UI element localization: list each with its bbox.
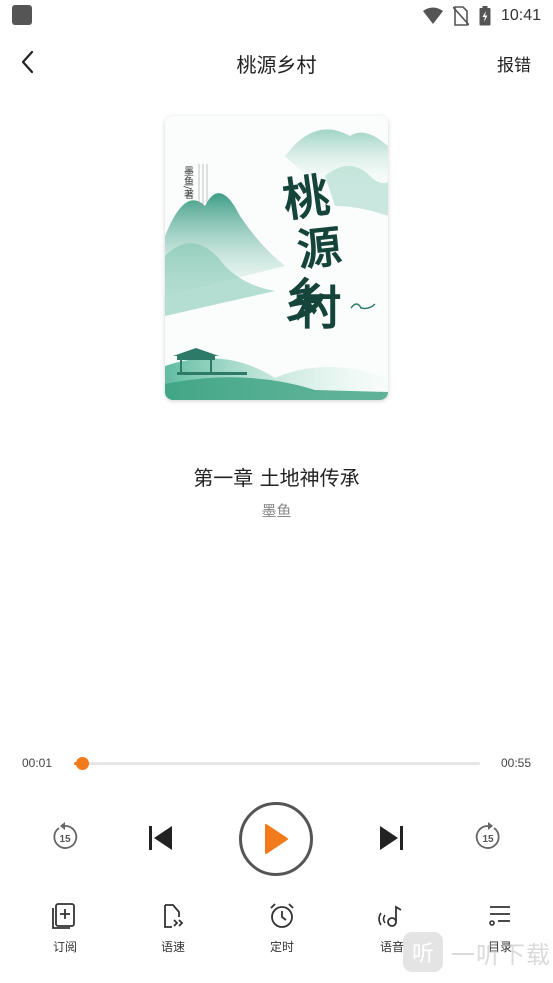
app-notification-icon [12,5,32,25]
svg-text:15: 15 [482,834,494,845]
skip-previous-icon [149,826,172,850]
watermark: 听 一听下载 [403,929,551,975]
rewind-15-button[interactable]: 15 [48,820,82,854]
voice-icon [378,905,402,927]
nav-label-speed: 语速 [160,940,185,954]
next-button[interactable] [374,820,410,856]
player-screen: 10:41 桃源乡村 报错 桃 源 乡 村 墨鱼/著 第一章 土地神传承 墨鱼 … [0,0,553,983]
skip-next-icon [380,826,403,850]
forward-15-icon: 15 [475,822,500,849]
watermark-text: 一听下载 [451,940,551,969]
page-title: 桃源乡村 [236,53,317,77]
play-button[interactable] [239,802,313,876]
wifi-icon [422,7,443,24]
rewind-15-icon: 15 [53,822,78,849]
report-error-button[interactable]: 报错 [497,51,531,76]
play-icon [265,824,288,854]
cover-title-char-4-visible: 村 [295,281,341,335]
current-time: 00:01 [22,756,53,770]
subscribe-button[interactable]: 订阅 [33,902,97,962]
cover-artwork: 桃 源 乡 村 村 墨鱼/著 [165,116,388,400]
forward-15-button[interactable]: 15 [471,820,505,854]
speed-button[interactable]: 语速 [141,902,205,962]
cover-title-char-1: 桃 [280,168,333,228]
cover-title-char-2: 源 [295,221,344,276]
cover-author-tag: 墨鱼/著 [182,166,194,200]
battery-charging-icon [479,6,491,26]
chapter-title: 第一章 土地神传承 [193,466,360,490]
header: 桃源乡村 报错 [0,38,553,86]
previous-button[interactable] [142,820,178,856]
progress-thumb[interactable] [76,757,90,770]
progress-bar[interactable] [74,757,480,770]
timer-button[interactable]: 定时 [250,902,314,962]
svg-text:15: 15 [59,834,71,845]
catalog-icon [489,906,510,926]
author-name: 墨鱼 [261,502,292,520]
subscribe-icon [52,903,75,929]
no-sim-icon [452,6,469,26]
status-bar: 10:41 [0,0,553,32]
watermark-badge: 听 [403,932,443,972]
status-time: 10:41 [500,7,541,24]
alarm-icon [270,903,294,928]
total-time: 00:55 [500,756,531,770]
book-cover: 桃 源 乡 村 村 墨鱼/著 [165,116,388,400]
speed-icon [164,904,184,928]
nav-label-subscribe: 订阅 [52,940,77,954]
nav-label-timer: 定时 [269,940,294,954]
status-icons: 10:41 [422,4,541,28]
